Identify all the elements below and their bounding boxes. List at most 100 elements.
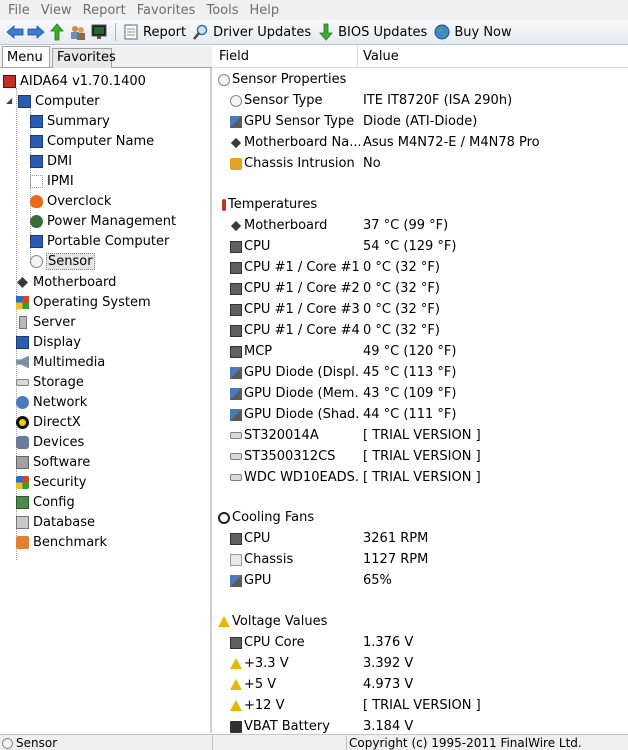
tree-item-software[interactable]: Software — [16, 452, 91, 472]
tree-item-label: DirectX — [33, 414, 81, 430]
list-item[interactable]: WDC WD10EADS... [ TRIAL VERSION ] — [214, 467, 628, 488]
gpu-icon — [230, 115, 242, 128]
disk-icon — [230, 474, 242, 481]
list-item[interactable]: CPU #1 / Core #4 0 °C (32 °F) — [214, 320, 628, 341]
menu-report[interactable]: Report — [78, 3, 131, 18]
field-value: No — [363, 156, 381, 171]
field-value: 1127 RPM — [363, 552, 429, 567]
list-item[interactable]: ST3500312CS [ TRIAL VERSION ] — [214, 446, 628, 467]
list-item[interactable]: MCP 49 °C (120 °F) — [214, 341, 628, 362]
field-value: [ TRIAL VERSION ] — [363, 698, 481, 713]
list-item[interactable]: +3.3 V 3.392 V — [214, 653, 628, 674]
tree-item-multimedia[interactable]: Multimedia — [16, 352, 106, 372]
tree-item-power-management[interactable]: Power Management — [30, 211, 177, 231]
list-item[interactable]: GPU Sensor Type Diode (ATI-Diode) — [214, 111, 628, 132]
thermometer-icon — [222, 198, 226, 211]
field-label: WDC WD10EADS... — [244, 470, 360, 485]
list-item[interactable]: CPU 54 °C (129 °F) — [214, 236, 628, 257]
list-item[interactable]: GPU Diode (Mem... 43 °C (109 °F) — [214, 383, 628, 404]
group-voltage-values[interactable]: Voltage Values — [214, 611, 628, 632]
monitor-icon[interactable] — [90, 23, 108, 41]
field-value: 44 °C (111 °F) — [363, 407, 457, 422]
tree-item-benchmark[interactable]: Benchmark — [16, 532, 108, 552]
tree-item-dmi[interactable]: DMI — [30, 151, 73, 171]
tree-item-label: Power Management — [47, 213, 177, 229]
list-item[interactable]: CPU 3261 RPM — [214, 528, 628, 549]
tree-item-portable-computer[interactable]: Portable Computer — [30, 231, 170, 251]
column-value-header[interactable]: Value — [358, 46, 628, 68]
field-label: Sensor Type — [244, 93, 323, 108]
report-button[interactable]: Report — [122, 23, 186, 41]
menu-help[interactable]: Help — [245, 3, 285, 18]
list-item[interactable]: ST320014A [ TRIAL VERSION ] — [214, 425, 628, 446]
tree-item-config[interactable]: Config — [16, 492, 76, 512]
buy-now-button[interactable]: Buy Now — [433, 23, 512, 41]
tree-item-server[interactable]: Server — [16, 312, 77, 332]
menu-favorites[interactable]: Favorites — [132, 3, 201, 18]
tab-menu[interactable]: Menu — [2, 46, 50, 67]
tree-item-label: Computer — [35, 93, 100, 109]
cpu-icon — [230, 261, 242, 274]
tree-item-sensor[interactable]: Sensor — [30, 251, 95, 271]
tree-item-label: Multimedia — [33, 354, 106, 370]
list-item[interactable]: +5 V 4.973 V — [214, 674, 628, 695]
battery-icon — [230, 720, 242, 733]
list-item[interactable]: Sensor Type ITE IT8720F (ISA 290h) — [214, 90, 628, 111]
list-item[interactable]: +12 V [ TRIAL VERSION ] — [214, 695, 628, 716]
tree-item-database[interactable]: Database — [16, 512, 96, 532]
group-cooling-fans[interactable]: Cooling Fans — [214, 507, 628, 528]
up-arrow-icon[interactable] — [48, 23, 66, 41]
list-item[interactable]: Motherboard 37 °C (99 °F) — [214, 215, 628, 236]
field-label: CPU #1 / Core #1 — [244, 260, 360, 275]
group-sensor-properties[interactable]: Sensor Properties — [214, 69, 628, 90]
tree-item-ipmi[interactable]: IPMI — [30, 171, 75, 191]
field-value: 3.184 V — [363, 719, 414, 733]
tree-item-label: DMI — [47, 153, 73, 169]
tree-item-motherboard[interactable]: Motherboard — [16, 272, 117, 292]
tab-favorites[interactable]: Favorites — [52, 48, 116, 69]
download-arrow-icon — [317, 23, 335, 41]
tree-item-aida64-root[interactable]: AIDA64 v1.70.1400 — [3, 71, 147, 91]
list-item[interactable]: CPU Core 1.376 V — [214, 632, 628, 653]
list-item[interactable]: GPU Diode (Displ... 45 °C (113 °F) — [214, 362, 628, 383]
list-item[interactable]: GPU Diode (Shad... 44 °C (111 °F) — [214, 404, 628, 425]
disk-icon — [230, 432, 242, 439]
driver-updates-button[interactable]: Driver Updates — [192, 23, 311, 41]
toolbar-separator — [115, 23, 116, 41]
list-item[interactable]: Chassis 1127 RPM — [214, 549, 628, 570]
column-field-header[interactable]: Field — [214, 45, 358, 68]
tree-item-security[interactable]: Security — [16, 472, 87, 492]
back-arrow-icon[interactable] — [6, 23, 24, 41]
tree-item-summary[interactable]: Summary — [30, 111, 111, 131]
tree-item-overclock[interactable]: Overclock — [30, 191, 112, 211]
overclock-flame-icon — [30, 194, 43, 208]
list-item[interactable]: CPU #1 / Core #1 0 °C (32 °F) — [214, 257, 628, 278]
tree-item-computer-name[interactable]: Computer Name — [30, 131, 155, 151]
tree-item-operating-system[interactable]: Operating System — [16, 292, 152, 312]
menu-view[interactable]: View — [36, 3, 77, 18]
users-icon[interactable] — [69, 23, 87, 41]
tree-item-computer[interactable]: ◢ Computer — [6, 91, 101, 111]
list-item[interactable]: Chassis Intrusion ... No — [214, 153, 628, 174]
forward-arrow-icon[interactable] — [27, 23, 45, 41]
list-item[interactable]: CPU #1 / Core #2 0 °C (32 °F) — [214, 278, 628, 299]
tree-item-directx[interactable]: DirectX — [16, 412, 82, 432]
list-item[interactable]: VBAT Battery 3.184 V — [214, 716, 628, 733]
field-label: CPU #1 / Core #4 — [244, 323, 360, 338]
tree-item-label: Server — [33, 314, 76, 330]
menu-file[interactable]: File — [3, 3, 35, 18]
list-item[interactable]: GPU 65% — [214, 570, 628, 591]
list-item[interactable]: Motherboard Na... Asus M4N72-E / M4N78 P… — [214, 132, 628, 153]
tree-item-storage[interactable]: Storage — [16, 372, 85, 392]
menu-tools[interactable]: Tools — [201, 3, 243, 18]
storage-icon — [16, 378, 29, 386]
collapse-triangle-icon[interactable]: ◢ — [6, 96, 12, 105]
tree-item-label: Storage — [33, 374, 84, 390]
tree-item-devices[interactable]: Devices — [16, 432, 85, 452]
tree-item-network[interactable]: Network — [16, 392, 88, 412]
bios-updates-button[interactable]: BIOS Updates — [317, 23, 427, 41]
group-label: Temperatures — [228, 197, 318, 212]
list-item[interactable]: CPU #1 / Core #3 0 °C (32 °F) — [214, 299, 628, 320]
tree-item-display[interactable]: Display — [16, 332, 82, 352]
group-temperatures[interactable]: Temperatures — [214, 194, 628, 215]
